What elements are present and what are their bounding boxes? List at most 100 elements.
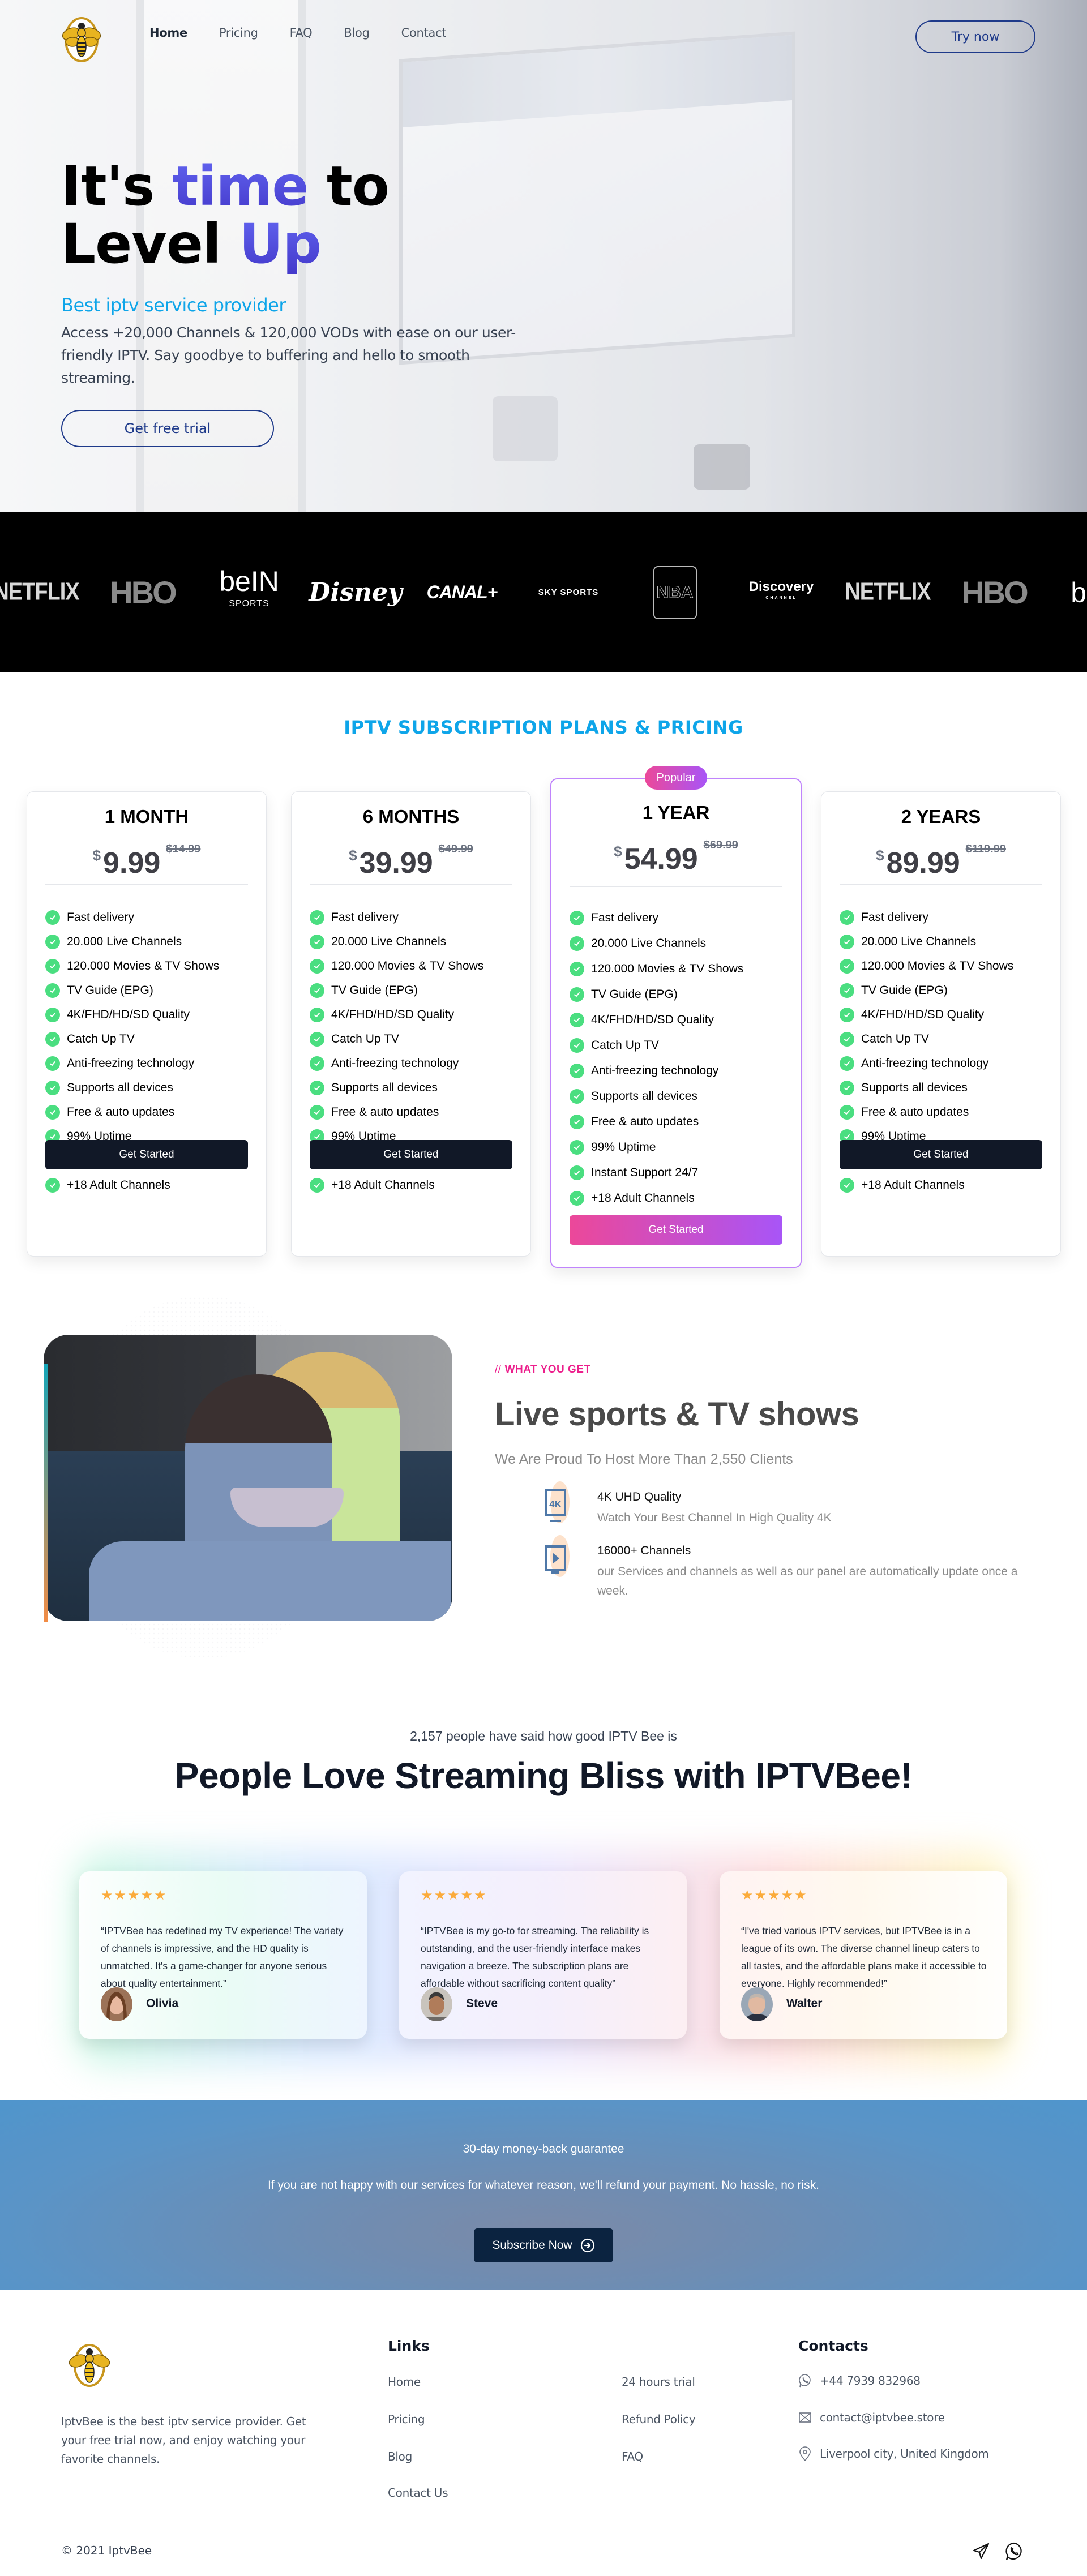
bee-logo-icon[interactable] [57,14,106,63]
pricing-card: Popular 1 YEAR $54.99 $69.99 Fast delivery… [550,766,802,1268]
testimonial-quote: “IPTVBee is my go-to for streaming. The … [421,1925,649,1989]
top-navbar: Home Pricing FAQ Blog Contact Try now [0,0,1087,74]
headline-accent: time [172,155,309,218]
hero-section: Home Pricing FAQ Blog Contact Try now It… [0,0,1087,512]
star-rating-icon: ★★★★★ [741,1888,808,1903]
feature-label: 4K/FHD/HD/SD Quality [67,1008,190,1021]
whatsapp-icon[interactable] [1004,2541,1024,2561]
plan-divider [840,884,1042,885]
get-started-button[interactable]: Get Started [45,1140,248,1169]
feature-item: Catch Up TV [310,1027,483,1051]
contact-email[interactable]: contact@iptvbee.store [798,2410,945,2425]
feature-item: Free & auto updates [840,1100,1013,1124]
check-circle-icon [570,961,584,976]
check-circle-icon [570,1012,584,1027]
bee-logo-icon[interactable] [62,2339,119,2389]
feature-label: Fast delivery [331,910,399,924]
footer-link-24-hours-trial[interactable]: 24 hours trial [622,2375,695,2389]
testimonials-title: People Love Streaming Bliss with IPTVBee… [174,1755,913,1796]
feature-label: Supports all devices [591,1089,697,1103]
check-circle-icon [840,983,854,998]
nav-link-home[interactable]: Home [149,26,187,40]
check-circle-icon [310,983,324,998]
get-started-button[interactable]: Get Started [310,1140,512,1169]
subscribe-now-button[interactable]: Subscribe Now [474,2228,613,2262]
headline-accent: Up [239,212,322,276]
feature-label: +18 Adult Channels [591,1191,695,1205]
feature-label: 120.000 Movies & TV Shows [591,962,744,975]
feature-label: +18 Adult Channels [331,1178,435,1191]
feature-label: 20.000 Live Channels [67,935,182,948]
nav-link-contact[interactable]: Contact [401,26,447,40]
get-started-button[interactable]: Get Started [570,1215,782,1245]
footer-link-faq[interactable]: FAQ [622,2450,643,2463]
reviewer-name: Olivia [146,1997,179,2010]
channel-logos-strip: NETFLIX HBO beIN SPORTS Disney CANAL+ SKY… [0,512,1087,672]
logo-carousel: NETFLIX HBO beIN SPORTS Disney CANAL+ SKY… [0,512,1087,672]
check-circle-icon [45,1031,60,1047]
feature-label: TV Guide (EPG) [591,987,678,1001]
check-circle-icon [45,1177,60,1193]
headline-text: to [308,155,390,218]
footer-link-pricing[interactable]: Pricing [388,2412,425,2426]
hero-description: Access +20,000 Channels & 120,000 VODs w… [61,324,516,386]
check-circle-icon [570,1038,584,1053]
plan-price: $54.99 $69.99 [551,839,801,876]
check-circle-icon [840,1031,854,1047]
original-price: $119.99 [965,843,1006,855]
mail-icon [799,2412,811,2423]
price-amount: 54.99 [624,843,698,876]
feature-label: Anti-freezing technology [591,1064,719,1077]
links-heading: Links [388,2338,430,2354]
feature-item: TV Guide (EPG) [570,981,743,1007]
contact-phone[interactable]: +44 7939 832968 [798,2373,921,2388]
feature-item: 120.000 Movies & TV Shows [45,954,219,978]
price-amount: 9.99 [103,847,161,880]
canal-plus-logo: CANAL+ [426,582,498,602]
plan-price: $9.99 $14.99 [27,843,266,880]
footer-link-refund-policy[interactable]: Refund Policy [622,2412,696,2426]
svg-text:4K: 4K [549,1499,562,1510]
subscribe-now-label: Subscribe Now [492,2239,572,2252]
netflix-logo: NETFLIX [845,578,931,606]
footer-link-home[interactable]: Home [388,2375,421,2389]
footer-link-blog[interactable]: Blog [388,2450,412,2463]
4k-tv-icon: 4K [545,1481,585,1528]
testimonial-quote: “I've tried various IPTV services, but I… [741,1925,987,1989]
footer-link-contact-us[interactable]: Contact Us [388,2486,448,2500]
feature-label: Supports all devices [331,1081,438,1094]
feature-label: 120.000 Movies & TV Shows [861,959,1014,972]
eyebrow-slash: // [495,1364,502,1375]
feature-item: Fast delivery [570,905,743,931]
nav-link-pricing[interactable]: Pricing [219,26,258,40]
try-now-button[interactable]: Try now [915,20,1035,53]
feature-label: Anti-freezing technology [67,1056,195,1070]
feature-label: Anti-freezing technology [861,1056,989,1070]
feature-item: Fast delivery [840,905,1013,929]
friends-watching-tv-image [44,1335,452,1621]
get-started-button[interactable]: Get Started [840,1140,1042,1169]
plan-divider [310,884,512,885]
feature-list: Fast delivery 20.000 Live Channels 120.000… [570,905,743,1211]
feature-label: Free & auto updates [591,1115,699,1128]
get-free-trial-button[interactable]: Get free trial [61,410,274,447]
feature-label: Instant Support 24/7 [591,1165,699,1179]
check-circle-icon [840,910,854,925]
feature-label: TV Guide (EPG) [331,983,418,997]
original-price: $49.99 [438,843,473,855]
reviewer-name: Steve [466,1997,498,2010]
plan-name: 6 MONTHS [362,806,460,827]
check-circle-icon [840,1007,854,1022]
check-circle-icon [310,1104,324,1120]
telegram-icon[interactable] [972,2541,991,2561]
plan-price: $39.99 $49.99 [292,843,530,880]
sky-sports-logo: SKY SPORTS [538,588,599,597]
feature-item: TV Guide (EPG) [840,978,1013,1002]
nav-link-faq[interactable]: FAQ [290,26,313,40]
plan-divider [570,886,782,887]
currency-symbol: $ [349,847,357,864]
check-circle-icon [45,983,60,998]
testimonial-card: ★★★★★ “IPTVBee is my go-to for streaming… [399,1871,687,2039]
check-circle-icon [310,934,324,949]
nav-link-blog[interactable]: Blog [344,26,370,40]
